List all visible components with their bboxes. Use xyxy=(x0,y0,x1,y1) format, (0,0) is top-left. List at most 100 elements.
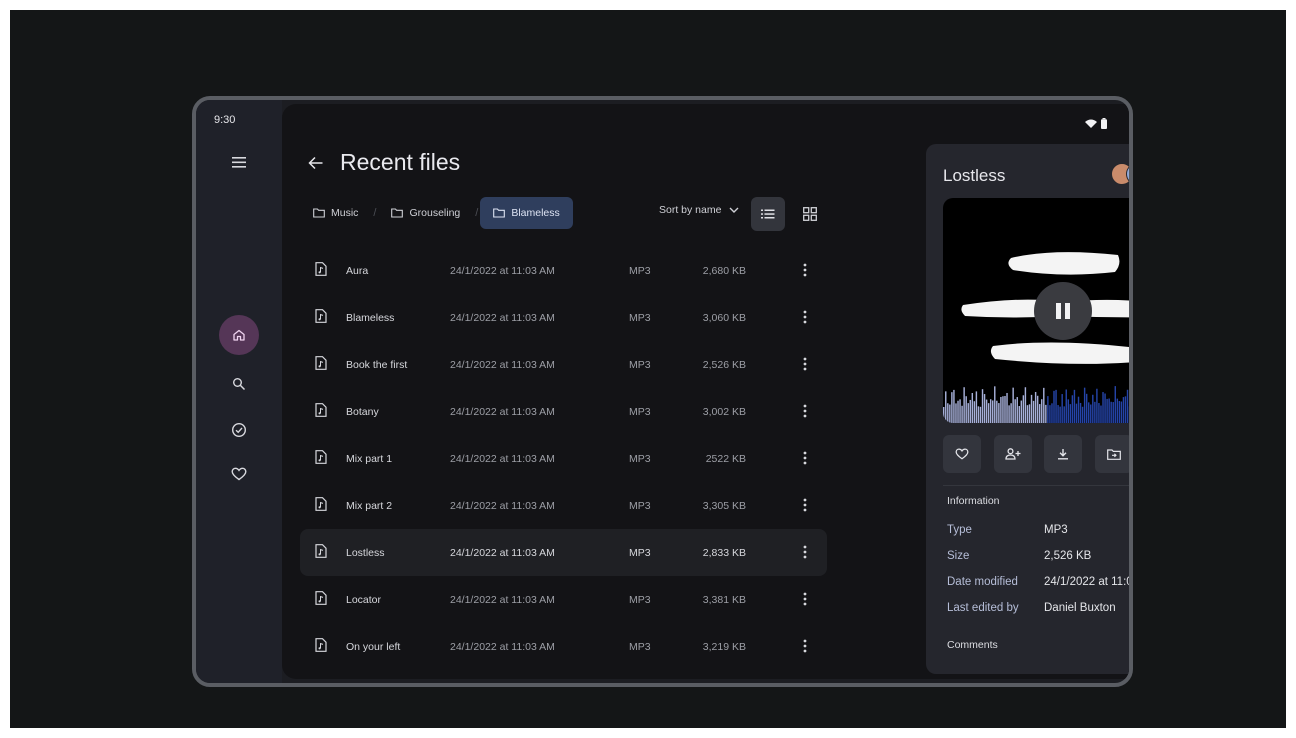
breadcrumb-music[interactable]: Music xyxy=(300,197,371,229)
more-options-button[interactable] xyxy=(795,542,815,562)
waveform-bar xyxy=(1061,394,1063,423)
breadcrumb-label: Blameless xyxy=(511,207,560,219)
waveform-bar xyxy=(1053,390,1055,423)
file-size: 3,002 KB xyxy=(702,405,746,418)
file-row[interactable]: Locator 24/1/2022 at 11:03 AM MP3 3,381 KB xyxy=(300,576,827,623)
waveform-bar xyxy=(985,399,988,423)
favorite-button[interactable] xyxy=(943,435,981,473)
file-row[interactable]: Botany 24/1/2022 at 11:03 AM MP3 3,002 KB xyxy=(300,388,827,435)
main-surface: Recent files Music / Grouseling / Blamel… xyxy=(282,104,1129,679)
rail-item-done[interactable] xyxy=(219,410,259,450)
more-vert-icon xyxy=(803,263,807,277)
file-row[interactable]: Book the first 24/1/2022 at 11:03 AM MP3 2,… xyxy=(300,341,827,388)
waveform-bar xyxy=(1094,401,1096,423)
waveform-bar xyxy=(983,394,986,423)
waveform-bar xyxy=(1092,394,1094,423)
waveform-bar xyxy=(967,403,969,423)
waveform-bar xyxy=(1010,403,1012,423)
back-arrow-icon[interactable] xyxy=(308,156,324,170)
waveform-bar xyxy=(992,400,994,423)
file-date: 24/1/2022 at 11:03 AM xyxy=(450,499,555,512)
download-button[interactable] xyxy=(1044,435,1082,473)
audio-file-icon xyxy=(315,356,327,373)
more-vert-icon xyxy=(803,639,807,653)
audio-file-icon xyxy=(315,450,327,467)
more-options-button[interactable] xyxy=(795,495,815,515)
collaborator-avatars[interactable] xyxy=(1111,163,1129,185)
waveform-bar xyxy=(951,392,953,423)
waveform-bar xyxy=(1043,387,1045,423)
waveform-bar xyxy=(1098,403,1100,423)
file-row[interactable]: Lostless 24/1/2022 at 11:03 AM MP3 2,833 KB xyxy=(300,529,827,576)
check-circle-icon xyxy=(231,422,247,438)
audio-file-icon xyxy=(315,591,327,608)
file-name: Locator xyxy=(346,593,382,606)
grid-view-button[interactable] xyxy=(793,197,827,231)
file-row[interactable]: Blameless 24/1/2022 at 11:03 AM MP3 3,060 K… xyxy=(300,294,827,341)
waveform-bar xyxy=(1112,402,1114,423)
info-key-last-edited-by: Last edited by xyxy=(947,602,1019,614)
waveform-bar xyxy=(1073,389,1076,423)
waveform-bar xyxy=(959,399,961,423)
tablet-device: 9:30 Recent files Music / Grouseling / B… xyxy=(192,96,1133,687)
waveform-bar xyxy=(963,387,965,423)
waveform-bar xyxy=(1069,404,1072,423)
waveform-bar xyxy=(945,391,947,423)
file-type: MP3 xyxy=(629,499,651,512)
file-date: 24/1/2022 at 11:03 AM xyxy=(450,546,555,559)
more-options-button[interactable] xyxy=(795,448,815,468)
waveform-bar xyxy=(1049,405,1051,423)
audio-file-icon xyxy=(315,309,327,326)
share-button[interactable] xyxy=(994,435,1032,473)
breadcrumb-separator: / xyxy=(373,207,377,219)
menu-button[interactable] xyxy=(220,143,260,183)
move-button[interactable] xyxy=(1095,435,1129,473)
more-options-button[interactable] xyxy=(795,354,815,374)
waveform-bar xyxy=(1118,401,1121,423)
grid-view-icon xyxy=(803,207,817,221)
file-type: MP3 xyxy=(629,264,651,277)
more-options-button[interactable] xyxy=(795,307,815,327)
file-row[interactable]: On your left 24/1/2022 at 11:03 AM MP3 3,21… xyxy=(300,623,827,670)
waveform-bar xyxy=(1102,392,1104,423)
file-date: 24/1/2022 at 11:03 AM xyxy=(450,640,555,653)
file-row[interactable]: Mix part 2 24/1/2022 at 11:03 AM MP3 3,305 … xyxy=(300,482,827,529)
more-options-button[interactable] xyxy=(795,260,815,280)
breadcrumb-grouseling[interactable]: Grouseling xyxy=(378,197,473,229)
waveform-bar xyxy=(1047,396,1049,423)
waveform-bar xyxy=(1116,398,1119,423)
rail-item-home[interactable] xyxy=(219,315,259,355)
waveform-bar xyxy=(1051,403,1053,423)
waveform-bar xyxy=(1108,398,1110,423)
more-vert-icon xyxy=(803,404,807,418)
waveform-bar xyxy=(1096,388,1098,423)
more-options-button[interactable] xyxy=(795,589,815,609)
list-view-button[interactable] xyxy=(751,197,785,231)
waveform-bar xyxy=(1122,397,1125,423)
waveform-bar xyxy=(1081,406,1084,423)
search-icon xyxy=(233,378,246,391)
file-size: 2,833 KB xyxy=(702,546,746,559)
rail-item-search[interactable] xyxy=(219,364,259,404)
more-options-button[interactable] xyxy=(795,401,815,421)
waveform-bar xyxy=(1055,389,1057,423)
sort-dropdown[interactable]: Sort by name xyxy=(659,204,739,216)
waveform-bar xyxy=(1022,395,1025,423)
audio-file-icon xyxy=(315,638,327,655)
waveform-bar xyxy=(971,393,974,423)
file-type: MP3 xyxy=(629,358,651,371)
more-vert-icon xyxy=(803,498,807,512)
file-row[interactable]: Mix part 1 24/1/2022 at 11:03 AM MP3 2522 K… xyxy=(300,435,827,482)
pause-button[interactable] xyxy=(1034,282,1092,340)
more-options-button[interactable] xyxy=(795,636,815,656)
audio-file-icon xyxy=(315,544,327,561)
file-row[interactable]: Aura 24/1/2022 at 11:03 AM MP3 2,680 KB xyxy=(300,247,827,294)
waveform-bar xyxy=(1100,405,1102,423)
waveform-bar xyxy=(1120,401,1123,423)
folder-icon xyxy=(313,208,325,218)
waveform-bar xyxy=(943,407,945,423)
waveform-bar xyxy=(965,396,967,423)
rail-item-favorites[interactable] xyxy=(219,454,259,494)
breadcrumb-blameless[interactable]: Blameless xyxy=(480,197,573,229)
waveform-bar xyxy=(949,404,951,423)
